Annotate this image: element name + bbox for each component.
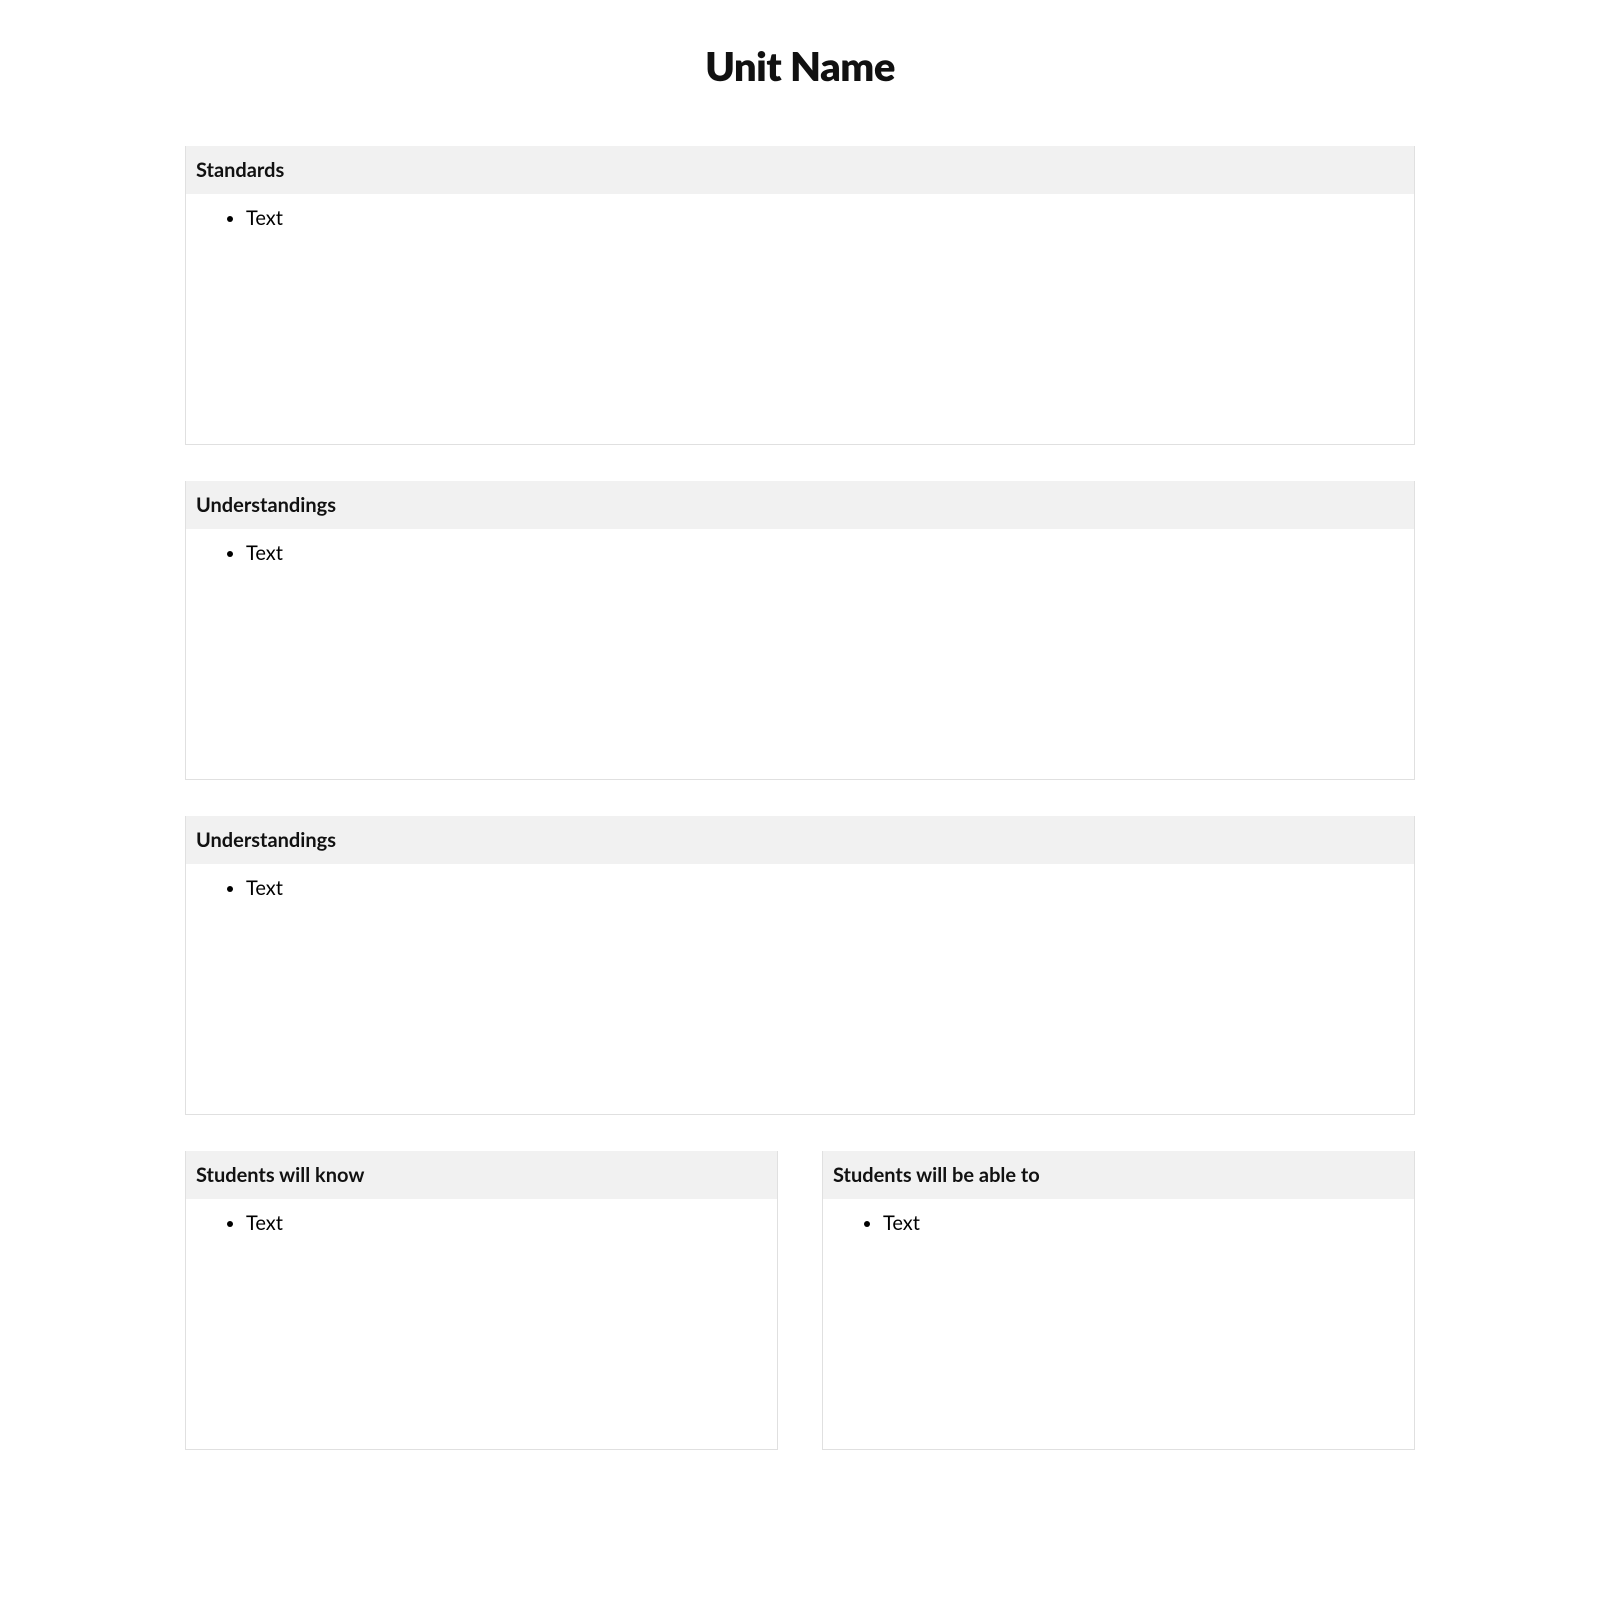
section-header: Understandings <box>186 816 1414 864</box>
list-item: Text <box>883 1209 1400 1237</box>
section-body: Text <box>186 864 1414 1114</box>
section-understandings-2: Understandings Text <box>185 816 1415 1115</box>
list-item: Text <box>246 874 1400 902</box>
section-body: Text <box>823 1199 1414 1449</box>
list-item: Text <box>246 204 1400 232</box>
section-body: Text <box>186 1199 777 1449</box>
section-header: Students will be able to <box>823 1151 1414 1199</box>
section-header: Understandings <box>186 481 1414 529</box>
list-item: Text <box>246 539 1400 567</box>
page-title: Unit Name <box>185 42 1415 90</box>
section-header: Standards <box>186 146 1414 194</box>
section-understandings-1: Understandings Text <box>185 481 1415 780</box>
section-standards: Standards Text <box>185 146 1415 445</box>
section-body: Text <box>186 194 1414 444</box>
section-students-know: Students will know Text <box>185 1151 778 1450</box>
section-body: Text <box>186 529 1414 779</box>
list-item: Text <box>246 1209 763 1237</box>
section-header: Students will know <box>186 1151 777 1199</box>
section-students-able: Students will be able to Text <box>822 1151 1415 1450</box>
